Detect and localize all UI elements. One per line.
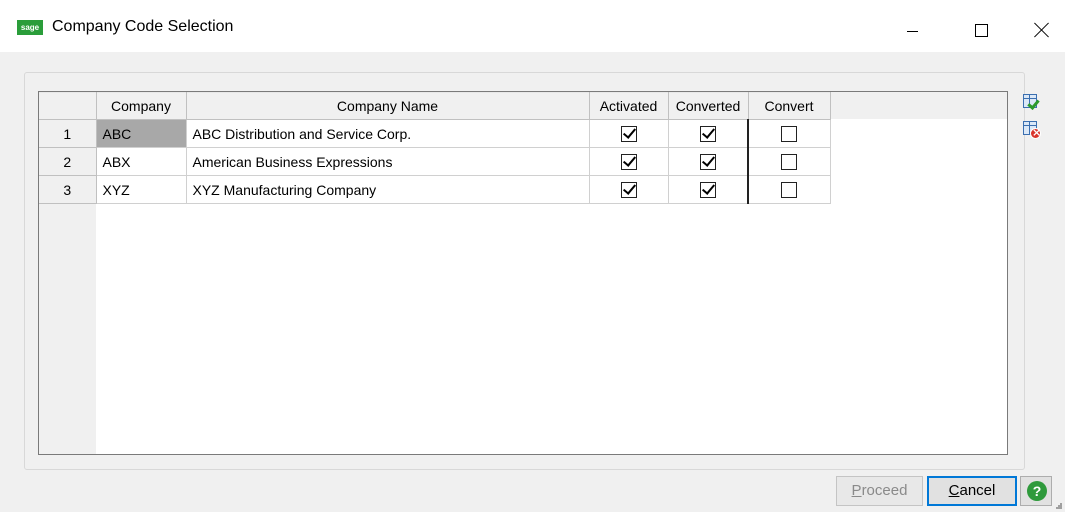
converted-cell	[668, 147, 749, 176]
minimize-icon	[906, 30, 918, 32]
close-button[interactable]	[1018, 8, 1065, 52]
table-row[interactable]: 1 ABC ABC Distribution and Service Corp.	[39, 119, 831, 148]
col-header-company-name[interactable]: Company Name	[186, 92, 590, 120]
help-icon: ?	[1027, 481, 1047, 501]
table-row[interactable]: 2 ABX American Business Expressions	[39, 147, 831, 176]
close-icon	[1034, 22, 1050, 38]
company-grid[interactable]: Company Company Name Activated Converted…	[38, 91, 1008, 455]
window-title: Company Code Selection	[52, 18, 234, 35]
col-header-company[interactable]: Company	[96, 92, 187, 120]
company-table: Company Company Name Activated Converted…	[39, 92, 831, 204]
company-code-cell[interactable]: ABC	[96, 119, 187, 148]
company-name-cell[interactable]: XYZ Manufacturing Company	[186, 175, 590, 204]
select-all-button[interactable]	[1021, 92, 1043, 112]
maximize-icon	[974, 23, 988, 37]
converted-checkbox	[699, 182, 716, 199]
cancel-button[interactable]: Cancel	[927, 476, 1017, 506]
activated-cell	[589, 175, 669, 204]
clear-all-button[interactable]	[1021, 119, 1043, 139]
activated-checkbox	[620, 182, 637, 199]
company-code-cell[interactable]: ABX	[96, 147, 187, 176]
company-name-cell[interactable]: American Business Expressions	[186, 147, 590, 176]
help-button[interactable]: ?	[1020, 476, 1052, 506]
proceed-label: roceed	[861, 482, 908, 499]
sage-app-icon: sage	[17, 20, 43, 35]
col-header-activated[interactable]: Activated	[589, 92, 669, 120]
company-name-cell[interactable]: ABC Distribution and Service Corp.	[186, 119, 590, 148]
header-row: Company Company Name Activated Converted…	[39, 92, 831, 120]
activated-cell	[589, 147, 669, 176]
converted-checkbox	[699, 154, 716, 171]
convert-cell[interactable]	[748, 175, 831, 204]
activated-checkbox	[620, 154, 637, 171]
convert-cell[interactable]	[748, 119, 831, 148]
proceed-accelerator: P	[851, 482, 862, 499]
title-bar[interactable]: sage Company Code Selection	[0, 0, 1065, 52]
converted-checkbox	[699, 126, 716, 143]
company-code-cell[interactable]: XYZ	[96, 175, 187, 204]
cancel-label: ancel	[959, 482, 996, 499]
convert-checkbox[interactable]	[781, 154, 798, 171]
row-number[interactable]: 1	[39, 119, 97, 148]
row-number[interactable]: 2	[39, 147, 97, 176]
converted-cell	[668, 119, 749, 148]
proceed-button[interactable]: Proceed	[836, 476, 923, 506]
maximize-button[interactable]	[957, 8, 1005, 52]
col-header-convert[interactable]: Convert	[748, 92, 831, 120]
resize-grip-icon[interactable]	[1056, 503, 1062, 509]
activated-cell	[589, 119, 669, 148]
activated-checkbox	[620, 126, 637, 143]
col-header-converted[interactable]: Converted	[668, 92, 749, 120]
company-code-selection-window: sage Company Code Selection Company Comp…	[0, 0, 1065, 512]
cancel-accelerator: C	[948, 482, 960, 499]
convert-checkbox[interactable]	[781, 182, 798, 199]
row-number[interactable]: 3	[39, 175, 97, 204]
clear-all-icon	[1030, 126, 1041, 139]
converted-cell	[668, 175, 749, 204]
convert-cell[interactable]	[748, 147, 831, 176]
corner-header	[39, 92, 97, 120]
convert-checkbox[interactable]	[781, 126, 798, 143]
minimize-button[interactable]	[888, 8, 936, 52]
table-row[interactable]: 3 XYZ XYZ Manufacturing Company	[39, 175, 831, 204]
